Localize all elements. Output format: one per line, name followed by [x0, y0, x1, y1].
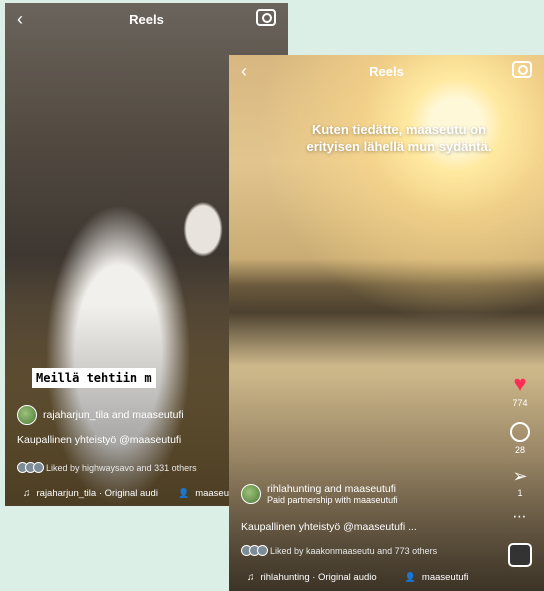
like-count: 774	[512, 398, 528, 408]
reel-right-liked-text[interactable]: Liked by kaakonmaaseutu and 773 others	[270, 546, 437, 556]
reel-right-user-line[interactable]: rihlahunting and maaseutufi	[267, 483, 398, 495]
music-note-icon: ♫	[247, 572, 255, 583]
reel-left-liked-row[interactable]: Liked by highwaysavo and 331 others	[17, 462, 197, 473]
reel-right-user-block: rihlahunting and maaseutufi Paid partner…	[267, 483, 398, 505]
reel-left-liked-text[interactable]: Liked by highwaysavo and 331 others	[46, 463, 197, 473]
reel-left-user-row[interactable]: rajaharjun_tila and maaseutufi	[17, 405, 184, 425]
reel-right-liked-row[interactable]: Liked by kaakonmaaseutu and 773 others	[241, 545, 437, 556]
reel-right-partnership[interactable]: Paid partnership with maaseutufi	[267, 495, 398, 505]
comment-icon[interactable]	[510, 422, 530, 442]
send-icon[interactable]: ➢	[512, 467, 527, 485]
person-icon: 👤	[404, 572, 416, 582]
liked-avatars	[241, 545, 268, 556]
avatar[interactable]	[17, 405, 37, 425]
reel-right-actions: ♥ 774 28 ➢ 1 ⋯	[508, 373, 532, 567]
camera-icon[interactable]	[256, 9, 276, 26]
reel-right-tagged[interactable]: maaseutufi	[422, 572, 468, 583]
reel-left-audio-row[interactable]: ♫ rajaharjun_tila · Original audi 👤 maas…	[23, 488, 242, 499]
music-note-icon: ♫	[23, 488, 31, 499]
reel-left-user-line[interactable]: rajaharjun_tila and maaseutufi	[43, 409, 184, 421]
reel-left-header: ‹ Reels	[5, 3, 288, 37]
audio-disc-icon[interactable]	[508, 543, 532, 567]
header-title: Reels	[369, 64, 404, 79]
more-icon[interactable]: ⋯	[513, 508, 528, 525]
avatar[interactable]	[241, 484, 261, 504]
header-title: Reels	[129, 12, 164, 27]
reel-right-text-overlay: Kuten tiedätte, maaseutu on erityisen lä…	[306, 122, 492, 154]
reel-right-caption[interactable]: Kaupallinen yhteistyö @maaseutufi ...	[241, 521, 417, 533]
liked-avatars	[17, 462, 44, 473]
reel-right-user-row[interactable]: rihlahunting and maaseutufi Paid partner…	[241, 483, 398, 505]
reel-right[interactable]: ‹ Reels Kuten tiedätte, maaseutu on erit…	[229, 55, 544, 591]
reel-left-caption[interactable]: Kaupallinen yhteistyö @maaseutufi	[17, 434, 181, 446]
reel-right-audio-text[interactable]: rihlahunting · Original audio	[261, 572, 377, 583]
reel-left-text-overlay: Meillä tehtiin m	[32, 368, 156, 388]
share-count: 1	[517, 488, 523, 498]
camera-icon[interactable]	[512, 61, 532, 78]
reel-left-audio-text[interactable]: rajaharjun_tila · Original audi	[37, 488, 158, 499]
reel-right-audio-row[interactable]: ♫ rihlahunting · Original audio 👤 maaseu…	[247, 572, 468, 583]
heart-icon[interactable]: ♥	[513, 373, 526, 395]
person-icon: 👤	[177, 488, 190, 498]
reel-right-header: ‹ Reels	[229, 55, 544, 89]
comment-count: 28	[514, 445, 525, 455]
